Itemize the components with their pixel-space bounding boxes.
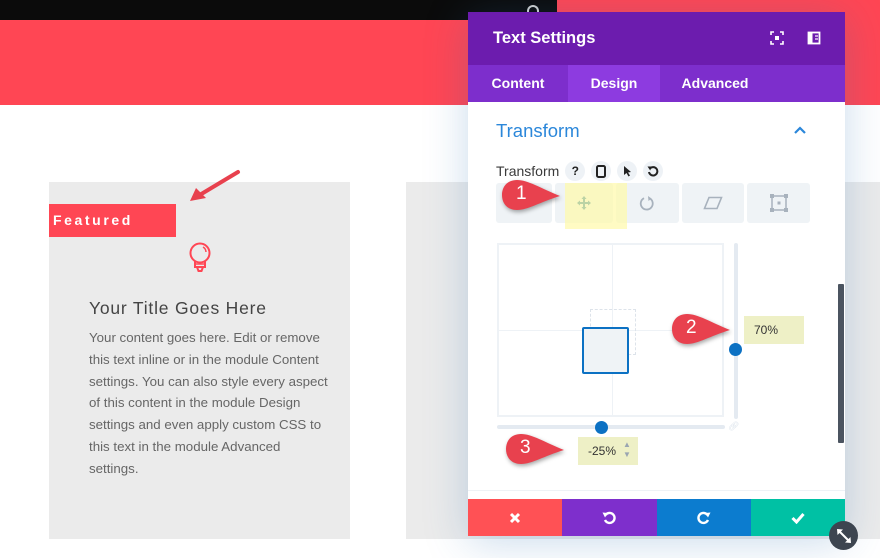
featured-badge[interactable]: Featured — [49, 204, 176, 237]
annotation-marker-1: 1 — [500, 178, 560, 212]
translate-y-slider[interactable] — [734, 243, 738, 419]
undo-button[interactable] — [562, 499, 657, 536]
section-divider — [468, 490, 845, 491]
redo-button[interactable] — [656, 499, 751, 536]
modal-title: Text Settings — [493, 29, 596, 47]
modal-scrollbar[interactable] — [838, 284, 844, 443]
redo-icon — [696, 511, 711, 524]
move-icon — [577, 196, 591, 210]
tab-content[interactable]: Content — [468, 65, 568, 102]
number-stepper[interactable]: ▲ ▼ — [622, 440, 632, 462]
rotate-icon — [640, 196, 654, 211]
chevron-up-icon[interactable] — [794, 126, 806, 134]
transform-mode-skew[interactable] — [681, 183, 745, 223]
modal-tabs: Content Design Advanced — [468, 65, 845, 102]
resize-handle[interactable] — [829, 521, 858, 550]
annotation-number: 1 — [516, 183, 527, 204]
annotation-number: 2 — [686, 317, 697, 338]
tab-advanced[interactable]: Advanced — [660, 65, 770, 102]
transform-mode-translate-active[interactable] — [555, 183, 613, 223]
translate-x-slider[interactable] — [497, 425, 725, 429]
close-icon — [510, 512, 521, 523]
link-values-icon[interactable]: 🔗︎ — [728, 421, 739, 432]
tab-design[interactable]: Design — [568, 65, 660, 102]
card-body[interactable]: Your content goes here. Edit or remove t… — [89, 327, 329, 480]
mobile-icon[interactable] — [591, 161, 612, 181]
transform-mode-origin[interactable] — [747, 183, 811, 223]
reset-icon[interactable] — [643, 161, 664, 181]
sidebar-layout-icon[interactable] — [807, 31, 821, 45]
annotation-marker-3: 3 — [504, 432, 564, 466]
annotation-marker-2: 2 — [670, 312, 730, 346]
help-icon[interactable]: ? — [565, 161, 586, 181]
translate-y-input[interactable]: 70% — [744, 316, 804, 344]
transform-field-label: Transform — [496, 163, 560, 179]
modal-footer — [468, 499, 845, 536]
annotation-number: 3 — [520, 437, 531, 458]
transform-mode-rotate[interactable] — [616, 183, 679, 223]
origin-icon — [769, 194, 788, 212]
translate-x-knob[interactable] — [595, 421, 608, 434]
resize-arrows-icon — [836, 528, 851, 543]
translated-box[interactable] — [582, 327, 629, 374]
cursor-icon[interactable] — [617, 161, 638, 181]
undo-icon — [602, 511, 617, 524]
section-title-transform[interactable]: Transform — [496, 120, 580, 142]
annotation-arrow-icon — [190, 170, 240, 201]
cancel-button[interactable] — [468, 499, 563, 536]
lightbulb-icon — [189, 242, 211, 272]
check-icon — [791, 512, 805, 524]
modal-header[interactable]: Text Settings — [468, 12, 845, 65]
card-title[interactable]: Your Title Goes Here — [89, 298, 267, 319]
skew-icon — [703, 196, 723, 210]
expand-icon[interactable] — [770, 31, 784, 45]
